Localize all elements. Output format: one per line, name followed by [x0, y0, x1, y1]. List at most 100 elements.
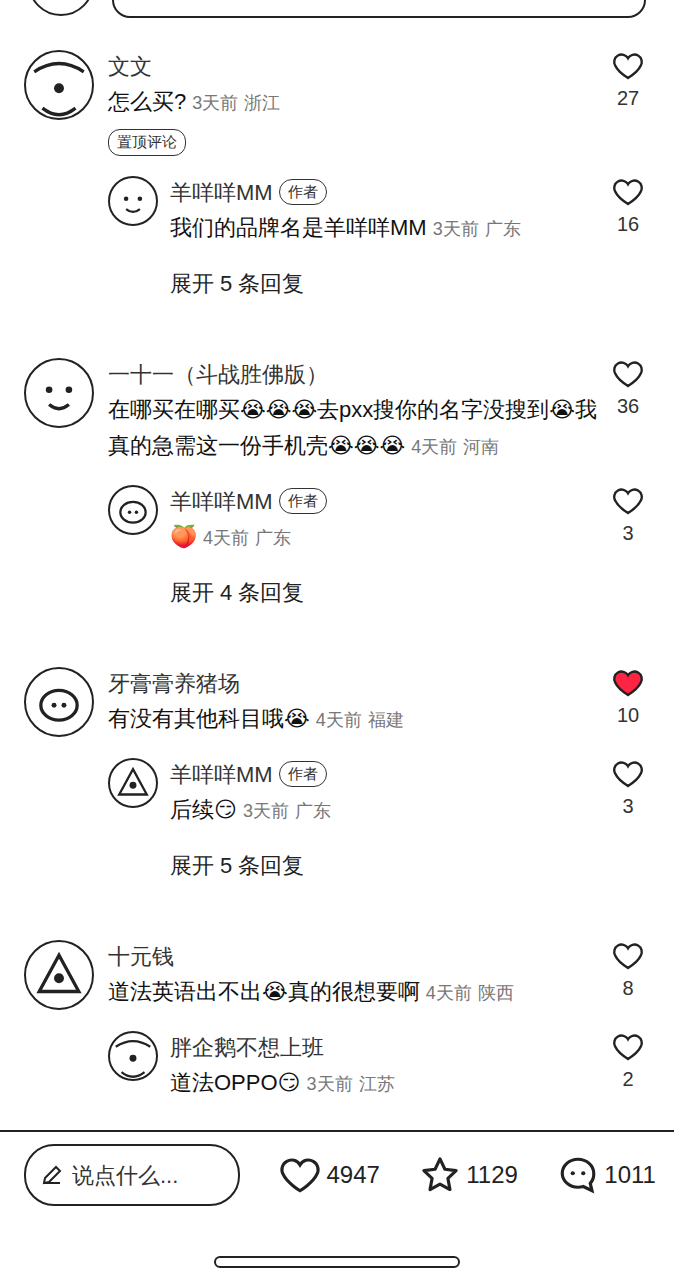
comment-text: 道法英语出不出😭真的很想要啊: [108, 979, 420, 1004]
like-count: 3: [600, 521, 656, 545]
author-badge: 作者: [279, 761, 327, 787]
user-name[interactable]: 牙膏膏养猪场: [108, 671, 240, 696]
heart-icon[interactable]: [611, 758, 645, 790]
comment-text: 我们的品牌名是羊咩咩MM: [170, 215, 427, 240]
user-name[interactable]: 一十一（斗战胜佛版）: [108, 362, 328, 387]
expand-replies[interactable]: 展开 5 条回复: [170, 849, 656, 882]
reply: 羊咩咩MM作者后续😏 3天前广东 3: [108, 758, 656, 829]
author-badge: 作者: [279, 488, 327, 514]
user-name[interactable]: 十元钱: [108, 944, 174, 969]
comment-location: 广东: [255, 528, 291, 548]
comment-text: 在哪买在哪买😭😭😭去pxx搜你的名字没搜到😭我真的急需这一份手机壳😭😭😭: [108, 397, 597, 458]
comment-text: 🍑: [170, 524, 197, 549]
user-name[interactable]: 胖企鹅不想上班: [170, 1035, 324, 1060]
comment-location: 浙江: [244, 93, 280, 113]
comment-text: 后续😏: [170, 797, 237, 822]
heart-icon[interactable]: [611, 1031, 645, 1063]
like-button[interactable]: 27: [600, 50, 656, 110]
user-name[interactable]: 羊咩咩MM: [170, 762, 273, 787]
comment: 牙膏膏养猪场有没有其他科目哦😭 4天前福建 10 羊咩咩MM作者后续😏 3天前广东 3 展开…: [0, 667, 674, 882]
heart-icon[interactable]: [611, 50, 645, 82]
comment-time: 3天前: [243, 801, 289, 821]
comment-time: 3天前: [192, 93, 238, 113]
user-avatar[interactable]: [24, 358, 94, 428]
comment-text: 有没有其他科目哦😭: [108, 706, 310, 731]
comment-time: 4天前: [316, 710, 362, 730]
comment-location: 河南: [463, 437, 499, 457]
heart-count: 4947: [326, 1157, 379, 1193]
like-button[interactable]: 16: [600, 176, 656, 236]
user-avatar[interactable]: [24, 50, 94, 120]
heart-icon[interactable]: [611, 176, 645, 208]
reply-content: 胖企鹅不想上班道法OPPO😏 3天前江苏: [170, 1031, 600, 1102]
heart-icon[interactable]: [611, 940, 645, 972]
input-placeholder[interactable]: 说点什么...: [72, 1159, 178, 1192]
like-count: 16: [600, 212, 656, 236]
previous-item: [0, 0, 674, 22]
pencil-icon[interactable]: [40, 1163, 64, 1187]
like-count: 10: [600, 703, 656, 727]
comment-text: 道法OPPO😏: [170, 1070, 301, 1095]
heart-icon[interactable]: [278, 1154, 322, 1196]
reply: 胖企鹅不想上班道法OPPO😏 3天前江苏 2: [108, 1031, 656, 1102]
user-name[interactable]: 羊咩咩MM: [170, 489, 273, 514]
comment: 文文怎么买?3天前浙江置顶评论27羊咩咩MM作者我们的品牌名是羊咩咩MM3天前广…: [0, 50, 674, 300]
reply: 羊咩咩MM作者我们的品牌名是羊咩咩MM 3天前广东 16: [108, 176, 656, 247]
like-count: 3: [600, 794, 656, 818]
comment-content: 一十一（斗战胜佛版） 在哪买在哪买😭😭😭去pxx搜你的名字没搜到😭我真的急需这一份…: [108, 358, 600, 465]
comment-content: 文文怎么买? 3天前浙江置顶评论: [108, 50, 600, 156]
heart-icon[interactable]: [611, 358, 645, 390]
comment-button[interactable]: 1011: [556, 1154, 656, 1196]
comment-location: 福建: [368, 710, 404, 730]
comment-location: 广东: [485, 219, 521, 239]
user-avatar[interactable]: [108, 758, 158, 808]
comment-location: 陕西: [478, 983, 514, 1003]
comment-icon[interactable]: [556, 1154, 600, 1196]
like-button[interactable]: 3: [600, 485, 656, 545]
comment-location: 广东: [295, 801, 331, 821]
like-count: 27: [600, 86, 656, 110]
comment-input[interactable]: 说点什么...: [24, 1144, 240, 1206]
comment-time: 3天前: [433, 219, 479, 239]
author-badge: 作者: [279, 179, 327, 205]
comment-time: 4天前: [203, 528, 249, 548]
user-name[interactable]: 羊咩咩MM: [170, 180, 273, 205]
home-indicator[interactable]: [214, 1256, 460, 1268]
expand-replies[interactable]: 展开 5 条回复: [170, 267, 656, 300]
expand-replies[interactable]: 展开 4 条回复: [170, 576, 656, 609]
like-button[interactable]: 8: [600, 940, 656, 1000]
comment-time: 4天前: [411, 437, 457, 457]
user-avatar[interactable]: [108, 1031, 158, 1081]
pinned-tag: 置顶评论: [108, 129, 186, 156]
reply-content: 羊咩咩MM作者后续😏 3天前广东: [170, 758, 600, 829]
user-avatar[interactable]: [108, 485, 158, 535]
reply-content: 羊咩咩MM作者 🍑 4天前广东: [170, 485, 600, 556]
bottom-bar: 说点什么... 4947 1129 1011: [0, 1130, 674, 1280]
user-avatar[interactable]: [24, 667, 94, 737]
user-avatar[interactable]: [24, 940, 94, 1010]
like-button[interactable]: 10: [600, 667, 656, 727]
star-button[interactable]: 1129: [418, 1154, 518, 1196]
user-name[interactable]: 文文: [108, 54, 152, 79]
star-count: 1129: [466, 1157, 518, 1193]
star-icon[interactable]: [418, 1154, 462, 1196]
comment-content: 十元钱道法英语出不出😭真的很想要啊 4天前陕西: [108, 940, 600, 1011]
like-button[interactable]: 3: [600, 758, 656, 818]
heart-button[interactable]: 4947: [278, 1154, 379, 1196]
comment-location: 江苏: [359, 1074, 395, 1094]
like-count: 8: [600, 976, 656, 1000]
heart-icon[interactable]: [611, 667, 645, 699]
comment-list: 文文怎么买?3天前浙江置顶评论27羊咩咩MM作者我们的品牌名是羊咩咩MM3天前广…: [0, 0, 674, 1130]
like-button[interactable]: 2: [600, 1031, 656, 1091]
reply: 羊咩咩MM作者 🍑 4天前广东 3: [108, 485, 656, 556]
comment-time: 4天前: [426, 983, 472, 1003]
comment: 十元钱道法英语出不出😭真的很想要啊 4天前陕西 8 胖企鹅不想上班道法OPPO😏 3天前…: [0, 940, 674, 1102]
heart-icon[interactable]: [611, 485, 645, 517]
comment-content: 牙膏膏养猪场有没有其他科目哦😭 4天前福建: [108, 667, 600, 738]
like-button[interactable]: 36: [600, 358, 656, 418]
like-count: 2: [600, 1067, 656, 1091]
comment-time: 3天前: [307, 1074, 353, 1094]
user-avatar[interactable]: [108, 176, 158, 226]
comment-text: 怎么买?: [108, 89, 186, 114]
reply-content: 羊咩咩MM作者我们的品牌名是羊咩咩MM 3天前广东: [170, 176, 600, 247]
